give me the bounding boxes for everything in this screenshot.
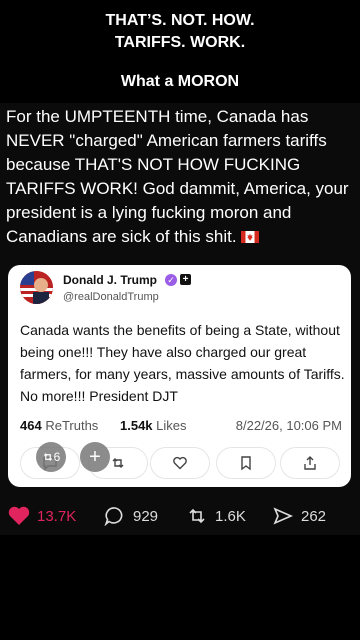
timestamp: 8/22/26, 10:06 PM	[235, 418, 342, 433]
comment-icon	[104, 507, 123, 526]
likes-label: Likes	[156, 418, 187, 433]
caption-line-1: THAT’S. NOT. HOW.	[105, 12, 255, 29]
heart-icon	[8, 506, 30, 525]
handle[interactable]: @realDonaldTrump	[63, 291, 159, 303]
retruths-count: 464	[20, 418, 42, 433]
avatar[interactable]	[20, 271, 53, 304]
avatar-image	[20, 271, 53, 304]
retruth-icon	[43, 453, 52, 461]
caption-line-2: TARIFFS. WORK.	[114, 34, 246, 51]
share-action[interactable]: 262	[272, 506, 326, 526]
bookmark-icon[interactable]	[216, 447, 276, 479]
verified-badge-icon: ✓	[165, 274, 177, 286]
display-name[interactable]: Donald J. Trump	[63, 273, 157, 287]
likes-count: 1.54k	[120, 418, 153, 433]
engagement-bar: 13.7K 929 1.6K 262	[0, 500, 360, 534]
likes-stat[interactable]: 1.54k Likes	[120, 418, 187, 433]
comment-action[interactable]: 929	[104, 506, 158, 526]
repost-icon	[189, 508, 205, 524]
add-button[interactable]: +	[80, 442, 110, 472]
retruth-bubble-count: 6	[53, 450, 61, 464]
likes-count: 13.7K	[37, 507, 77, 525]
reposts-count: 1.6K	[215, 507, 246, 525]
post-body: For the UMPTEENTH time, Canada has NEVER…	[6, 105, 358, 249]
retruths-stat[interactable]: 464 ReTruths	[20, 418, 98, 433]
truth-text: Canada wants the benefits of being a Sta…	[20, 322, 345, 404]
comments-count: 929	[133, 507, 159, 525]
plus-icon: +	[89, 445, 101, 468]
like-icon[interactable]	[150, 447, 210, 479]
share-icon	[273, 507, 293, 525]
post-text: For the UMPTEENTH time, Canada has NEVER…	[6, 107, 349, 246]
plus-badge-icon: +	[180, 274, 191, 285]
canada-flag-icon	[241, 231, 260, 243]
retruth-count-bubble[interactable]: 6	[36, 442, 66, 472]
screen: THAT’S. NOT. HOW. TARIFFS. WORK. What a …	[0, 0, 360, 640]
like-action[interactable]: 13.7K	[8, 506, 76, 526]
caption-line-3: What a MORON	[120, 73, 240, 90]
shares-count: 262	[301, 507, 327, 525]
retruths-label: ReTruths	[45, 418, 99, 433]
share-icon[interactable]	[280, 447, 340, 479]
repost-action[interactable]: 1.6K	[186, 506, 246, 526]
